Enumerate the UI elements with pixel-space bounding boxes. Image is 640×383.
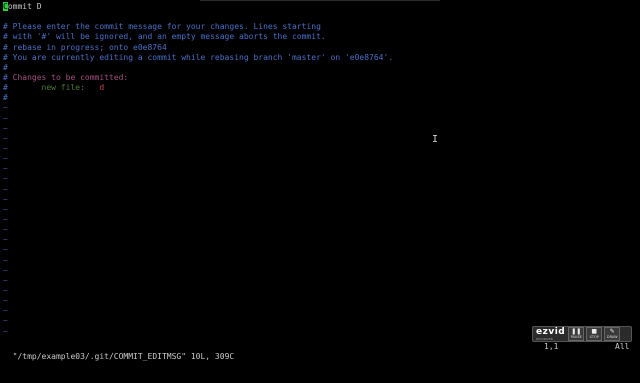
ezvid-recorder-watermark: ezvid RECORDER ❚❚ PAUSE ■ STOP ✎ DRAW — [532, 326, 632, 342]
empty-line-tilde: ~ — [3, 214, 8, 224]
commit-message-text: ommit D — [7, 2, 42, 11]
stop-button: ■ STOP — [586, 327, 603, 341]
changes-header: Changes to be committed: — [12, 72, 129, 82]
editor-line[interactable]: # new file: d — [3, 83, 640, 93]
comment-hash: # — [3, 72, 13, 82]
empty-line-tilde: ~ — [3, 275, 8, 285]
draw-button: ✎ DRAW — [604, 327, 621, 341]
vim-editor-buffer[interactable]: Commit D # Please enter the commit messa… — [3, 2, 640, 337]
button-label: STOP — [589, 335, 599, 339]
empty-line-tilde: ~ — [3, 143, 8, 153]
empty-line-tilde: ~ — [3, 285, 8, 295]
editor-line[interactable] — [3, 12, 640, 22]
comment-hash: # — [3, 83, 42, 93]
editor-line[interactable]: # with '#' will be ignored, and an empty… — [3, 32, 640, 42]
editor-line[interactable]: # — [3, 63, 640, 73]
empty-line-tilde: ~ — [3, 265, 8, 275]
empty-line-tilde: ~ — [3, 204, 8, 214]
recorder-controls: ❚❚ PAUSE ■ STOP ✎ DRAW — [568, 327, 621, 341]
editor-line[interactable]: # You are currently editing a commit whi… — [3, 53, 640, 63]
empty-line-tilde: ~ — [3, 113, 8, 123]
window-top-edge — [200, 0, 440, 1]
empty-line-tilde: ~ — [3, 225, 8, 235]
ezvid-logo: ezvid RECORDER — [536, 327, 566, 341]
empty-line-tilde: ~ — [3, 103, 8, 113]
comment-text: # with '#' will be ignored, and an empty… — [3, 32, 326, 42]
empty-line-tilde: ~ — [3, 123, 8, 133]
empty-line-tilde: ~ — [3, 164, 8, 174]
editor-line[interactable]: # Please enter the commit message for yo… — [3, 22, 640, 32]
button-label: PAUSE — [570, 335, 582, 339]
text-cursor-icon: I — [432, 134, 439, 145]
empty-line-tilde: ~ — [3, 316, 8, 326]
editor-line[interactable]: # rebase in progress; onto e0e8764 — [3, 43, 640, 53]
empty-line-tilde: ~ — [3, 154, 8, 164]
comment-text: # Please enter the commit message for yo… — [3, 22, 321, 32]
comment-text: # — [3, 62, 8, 72]
button-label: DRAW — [606, 335, 618, 339]
comment-text: # rebase in progress; onto e0e8764 — [3, 42, 167, 52]
empty-line-tilde: ~ — [3, 306, 8, 316]
status-cursor-position: 1,1 — [544, 342, 559, 351]
new-file-name: d — [99, 83, 105, 93]
empty-line-tilde: ~ — [3, 245, 8, 255]
new-file-label: new file: — [41, 83, 85, 93]
empty-line-tilde: ~ — [3, 255, 8, 265]
commit-message-line[interactable]: Commit D — [3, 2, 640, 12]
comment-text: # — [3, 93, 8, 103]
empty-line-tilde: ~ — [3, 133, 8, 143]
empty-line-tilde: ~ — [3, 296, 8, 306]
empty-line-tilde: ~ — [3, 184, 8, 194]
editor-line[interactable]: # — [3, 93, 640, 103]
pause-button: ❚❚ PAUSE — [568, 327, 585, 341]
comment-text: # You are currently editing a commit whi… — [3, 52, 394, 62]
empty-line-tilde: ~ — [3, 174, 8, 184]
editor-line[interactable]: # Changes to be committed: — [3, 73, 640, 83]
vim-status-line: "/tmp/example03/.git/COMMIT_EDITMSG" 10L… — [3, 342, 640, 361]
empty-line-tilde: ~ — [3, 235, 8, 245]
empty-line-tilde: ~ — [3, 194, 8, 204]
status-scroll-position: All — [615, 342, 630, 351]
